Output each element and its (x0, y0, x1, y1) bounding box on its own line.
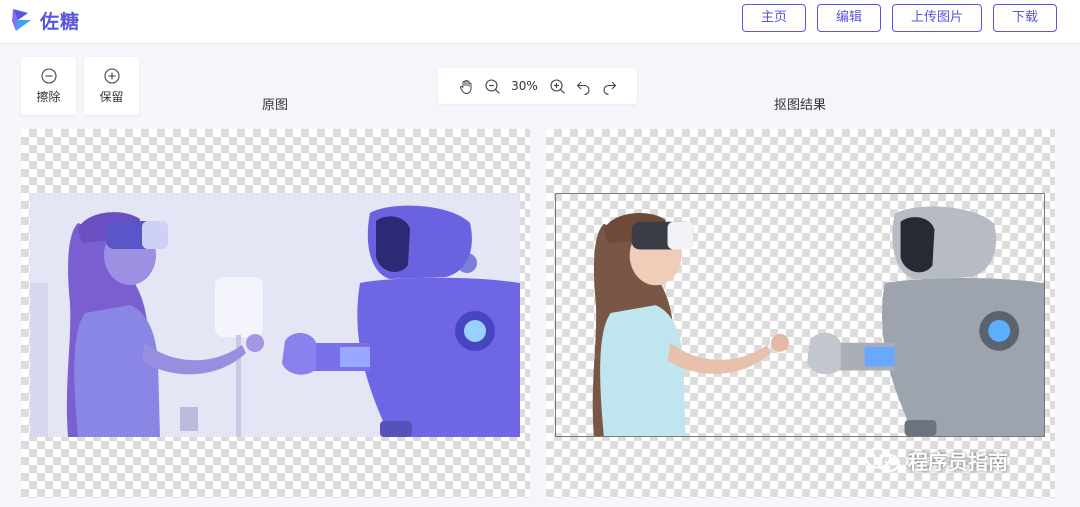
erase-tool-label: 擦除 (36, 89, 61, 104)
watermark: 程序员指南 (864, 445, 1008, 475)
logo-text: 佐糖 (40, 10, 81, 33)
result-panel-title: 抠图结果 (774, 98, 827, 113)
zoom-out-icon[interactable] (484, 78, 501, 95)
top-nav: 主页 编辑 上传图片 下载 (742, 4, 1057, 32)
zoom-in-icon[interactable] (549, 78, 566, 95)
keep-tool-label: 保留 (99, 89, 124, 104)
zoom-toolbar: 30% (438, 68, 637, 104)
edit-button[interactable]: 编辑 (817, 4, 881, 32)
plus-circle-icon (103, 67, 120, 84)
watermark-text: 程序员指南 (908, 449, 1008, 474)
undo-icon[interactable] (575, 78, 592, 95)
original-canvas[interactable] (21, 129, 530, 498)
app-logo[interactable]: 佐糖 (10, 5, 80, 35)
minus-circle-icon (40, 67, 57, 84)
download-button[interactable]: 下载 (993, 4, 1057, 32)
upload-image-button[interactable]: 上传图片 (892, 4, 982, 32)
home-button[interactable]: 主页 (742, 4, 806, 32)
zoom-level: 30% (511, 79, 538, 93)
top-bar: 佐糖 主页 编辑 上传图片 下载 (0, 0, 1080, 44)
result-canvas[interactable] (546, 129, 1055, 498)
result-image (555, 193, 1045, 437)
hand-pan-icon[interactable] (458, 78, 475, 95)
logo-icon (12, 9, 31, 31)
erase-tool-button[interactable]: 擦除 (21, 57, 76, 115)
keep-tool-button[interactable]: 保留 (84, 57, 139, 115)
redo-icon[interactable] (601, 78, 618, 95)
wechat-icon (865, 447, 900, 472)
original-panel-title: 原图 (262, 98, 289, 113)
original-image (30, 193, 520, 437)
